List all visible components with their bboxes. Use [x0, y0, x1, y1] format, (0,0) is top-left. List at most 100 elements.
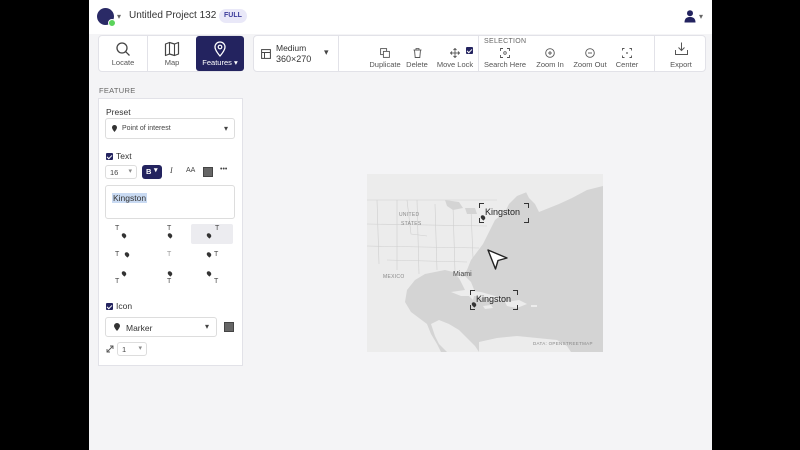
trash-icon — [413, 48, 421, 58]
resize-icon — [106, 345, 114, 353]
move-icon — [450, 48, 460, 58]
canvas-size-select[interactable]: Medium 360×270 ▾ — [254, 36, 336, 72]
action-label: Search Here — [483, 60, 527, 69]
case-button[interactable]: Aa — [186, 167, 195, 174]
action-label: Delete — [406, 60, 428, 69]
pin-dot-icon — [120, 270, 128, 277]
action-label: Center — [615, 60, 639, 69]
label-position-center[interactable]: T — [149, 247, 191, 267]
text-label: Text — [116, 151, 132, 161]
text-color-swatch[interactable] — [203, 167, 213, 177]
icon-select[interactable]: Marker ▾ — [105, 317, 217, 337]
action-label: Duplicate — [369, 60, 401, 69]
text-input[interactable]: Kingston — [105, 185, 235, 219]
preset-select[interactable]: Point of interest ▾ — [105, 118, 235, 139]
position-glyph: T — [215, 225, 220, 232]
app-window: ▾ Untitled Project 132 FULL ▾ Locate Map — [89, 0, 712, 450]
font-size-select[interactable]: 16 ▾ — [105, 165, 137, 179]
pin-dot-icon — [205, 270, 213, 277]
pin-dot-icon — [120, 232, 128, 239]
more-options-button[interactable]: ••• — [220, 166, 227, 173]
pin-dot-icon — [205, 232, 213, 239]
feature-panel: Preset Point of interest ▾ Text 16 ▾ B ▾… — [98, 98, 243, 366]
chevron-down-icon[interactable]: ▾ — [699, 12, 703, 21]
center-button[interactable]: Center — [611, 36, 643, 72]
duplicate-icon — [380, 48, 390, 58]
chevron-down-icon: ▾ — [154, 167, 158, 174]
label-position-top[interactable]: T — [149, 224, 191, 244]
action-label: Zoom Out — [573, 60, 607, 69]
map-canvas[interactable]: UNITED STATES MEXICO Miami Kingston King… — [367, 174, 603, 352]
move-lock-checkbox[interactable] — [466, 47, 473, 54]
tab-features[interactable]: Features ▾ — [196, 36, 244, 71]
icon-size-select[interactable]: 1 ▾ — [117, 342, 147, 356]
map-city-label: Miami — [453, 271, 472, 278]
zoom-in-button[interactable]: Zoom In — [531, 36, 569, 72]
size-name: Medium — [276, 43, 307, 53]
label-position-top-left[interactable]: T — [103, 224, 145, 244]
preset-value: Point of interest — [122, 125, 171, 132]
pin-dot-icon — [205, 251, 213, 258]
chevron-down-icon: ▾ — [324, 47, 329, 57]
position-glyph: T — [115, 225, 120, 232]
pin-dot-icon — [166, 270, 174, 277]
position-glyph: T — [167, 251, 172, 258]
font-size-value: 16 — [110, 168, 119, 177]
map-marker[interactable]: Kingston — [470, 290, 518, 310]
divider — [478, 36, 479, 72]
action-label: Zoom In — [536, 60, 564, 69]
map-icon — [164, 41, 180, 57]
tab-label-wrap: Features ▾ — [196, 58, 244, 67]
action-label: Move Lock — [436, 60, 474, 69]
bold-button[interactable]: B ▾ — [142, 165, 162, 179]
label-position-right[interactable]: T — [191, 247, 233, 267]
action-label: Export — [670, 60, 692, 69]
icon-checkbox[interactable] — [106, 303, 113, 310]
chevron-down-icon[interactable]: ▾ — [117, 12, 121, 21]
delete-button[interactable]: Delete — [403, 36, 431, 72]
chevron-down-icon: ▾ — [223, 124, 228, 133]
duplicate-button[interactable]: Duplicate — [366, 36, 404, 72]
label-position-bottom-right[interactable]: T — [191, 268, 233, 288]
feature-section-title: FEATURE — [99, 86, 136, 95]
tab-map[interactable]: Map — [148, 36, 196, 71]
chevron-down-icon: ▾ — [233, 58, 238, 67]
pin-dot-icon — [123, 251, 131, 258]
icon-color-swatch[interactable] — [224, 322, 234, 332]
zoom-out-icon — [585, 48, 595, 58]
pin-icon — [114, 323, 120, 331]
marker-label: Kingston — [485, 207, 521, 217]
top-bar: ▾ Untitled Project 132 FULL ▾ — [89, 0, 712, 34]
map-region-label: MEXICO — [383, 274, 405, 280]
user-icon[interactable] — [683, 9, 697, 23]
map-marker-selected[interactable]: Kingston — [479, 203, 529, 223]
actions-toolbar: Medium 360×270 ▾ Duplicate Delete Move L… — [253, 35, 706, 72]
cursor-icon — [487, 249, 508, 270]
italic-button[interactable]: I — [170, 166, 173, 175]
move-lock-toggle[interactable]: Move Lock — [434, 36, 476, 72]
avatar[interactable] — [97, 8, 116, 27]
label-position-bottom[interactable]: T — [149, 268, 191, 288]
layout-icon — [261, 49, 271, 59]
label-position-top-right[interactable]: T — [191, 224, 233, 244]
divider — [654, 36, 655, 71]
project-title[interactable]: Untitled Project 132 — [129, 10, 216, 21]
chevron-down-icon: ▾ — [138, 345, 142, 352]
search-here-button[interactable]: Search Here — [482, 36, 528, 72]
map-attribution: DATA: OPENSTREETMAP — [533, 341, 593, 346]
position-glyph: T — [214, 278, 219, 285]
zoom-out-button[interactable]: Zoom Out — [569, 36, 611, 72]
export-button[interactable]: Export — [661, 36, 701, 72]
divider — [338, 36, 339, 71]
label-position-bottom-left[interactable]: T — [103, 268, 145, 288]
pin-icon — [214, 41, 226, 57]
zoom-in-icon — [545, 48, 555, 58]
text-checkbox[interactable] — [106, 153, 113, 160]
label-position-left[interactable]: T — [103, 247, 145, 267]
center-icon — [622, 48, 632, 58]
size-dims: 360×270 — [276, 54, 312, 64]
position-glyph: T — [214, 251, 219, 258]
chevron-down-icon: ▾ — [128, 168, 132, 175]
tab-locate[interactable]: Locate — [99, 36, 147, 71]
tab-label: Features — [202, 58, 232, 67]
